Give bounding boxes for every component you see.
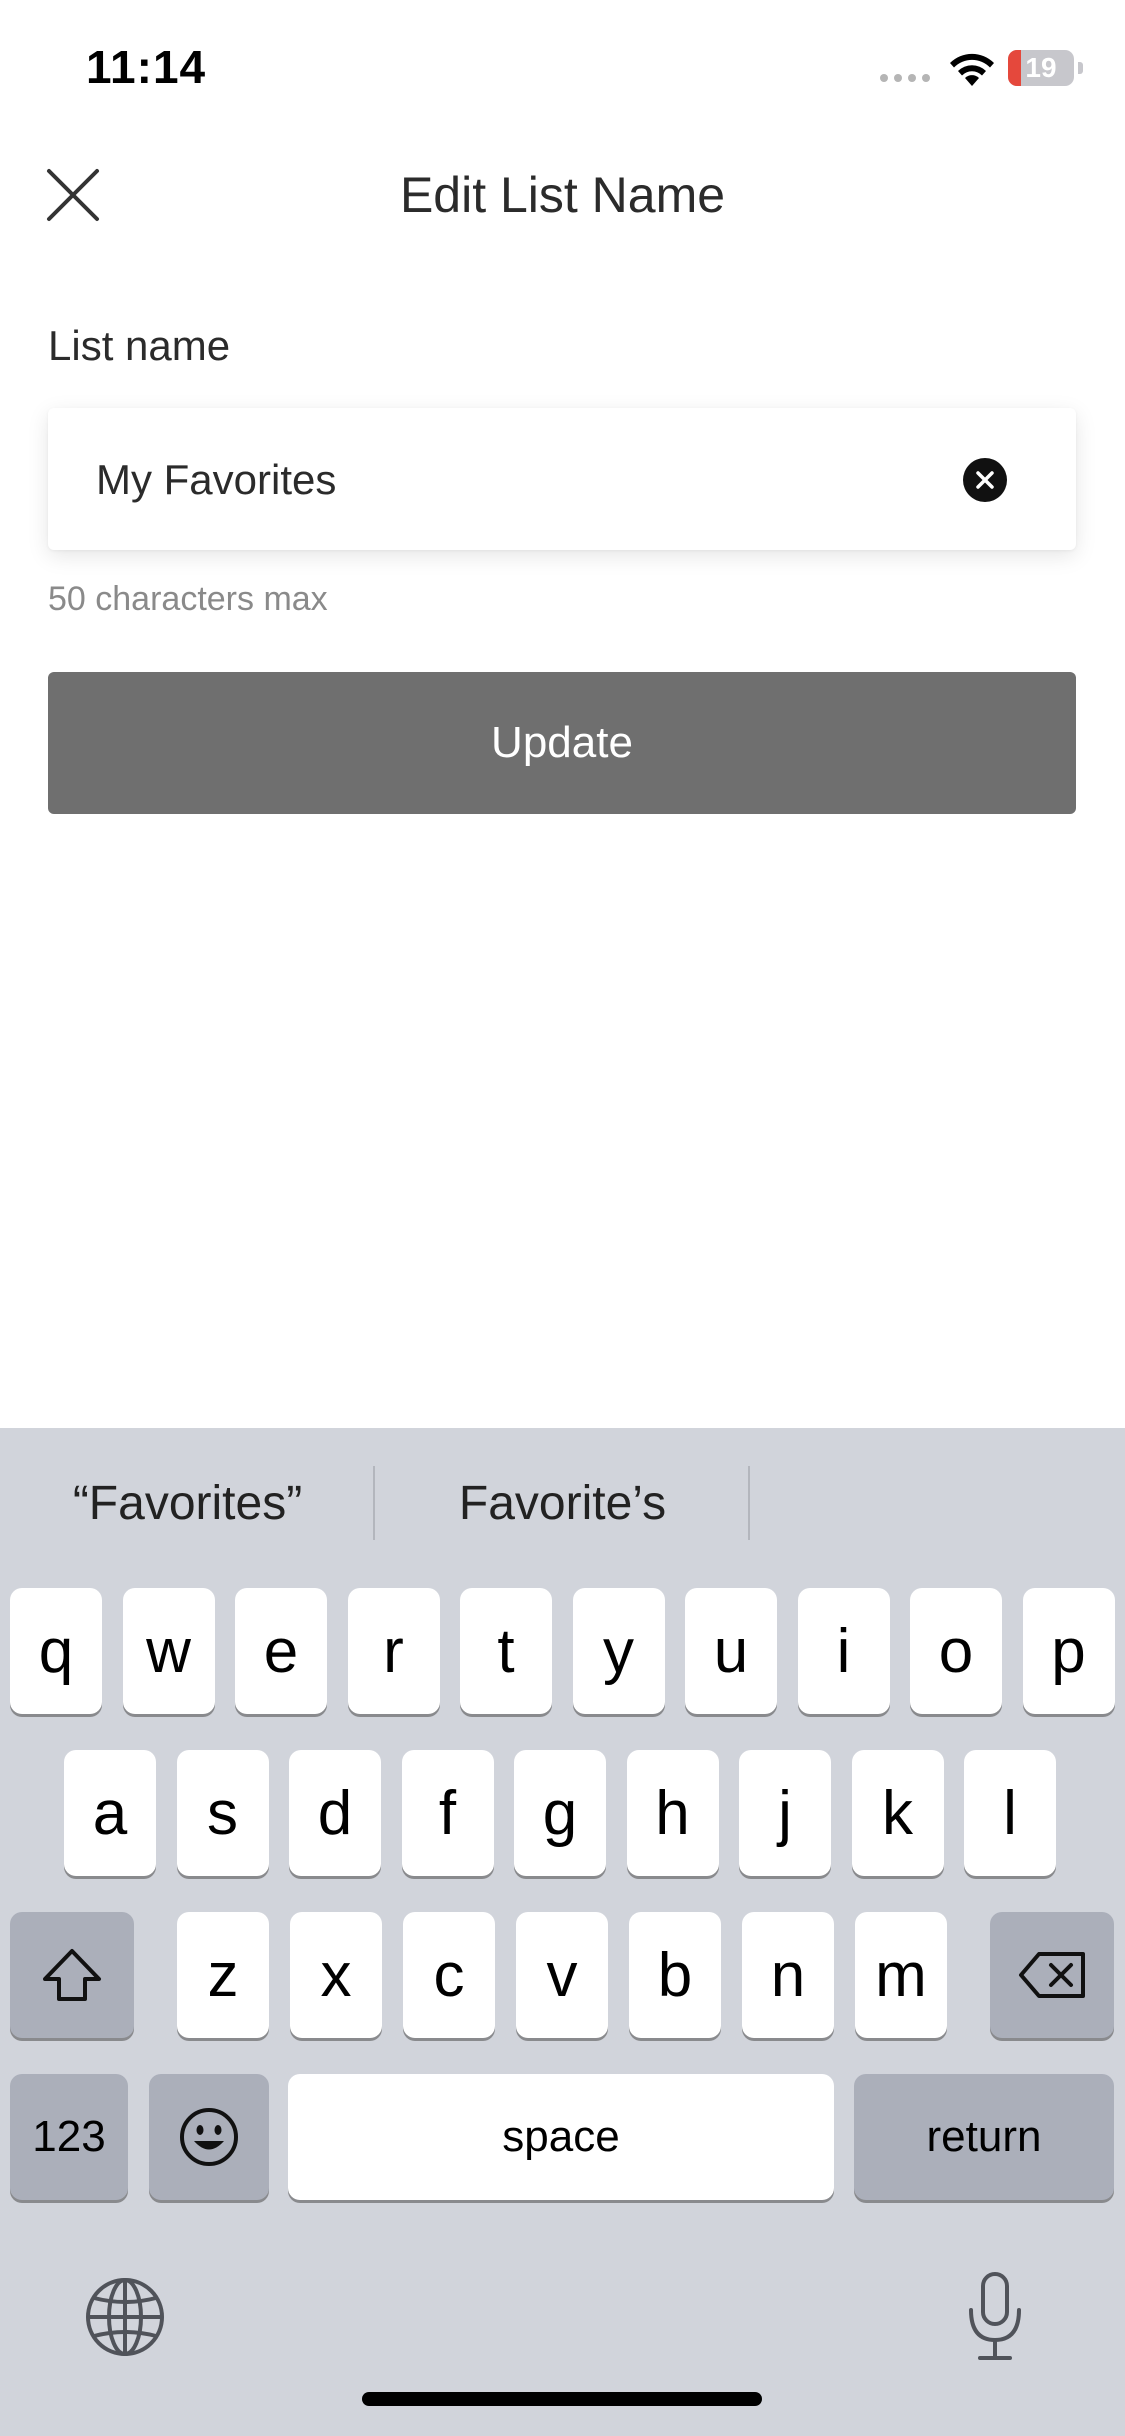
list-name-input[interactable]: My Favorites — [48, 408, 1076, 550]
wifi-icon — [950, 53, 994, 86]
update-button[interactable]: Update — [48, 672, 1076, 814]
key-s[interactable]: s — [176, 1750, 269, 1876]
return-key[interactable]: return — [854, 2074, 1114, 2200]
key-h[interactable]: h — [626, 1750, 719, 1876]
shift-icon — [43, 1949, 101, 2001]
key-n[interactable]: n — [742, 1912, 834, 2038]
key-f[interactable]: f — [401, 1750, 494, 1876]
key-o[interactable]: o — [910, 1588, 1002, 1714]
status-time: 11:14 — [86, 41, 207, 93]
key-c[interactable]: c — [403, 1912, 495, 2038]
cellular-signal-icon — [880, 74, 930, 82]
delete-key[interactable] — [990, 1912, 1114, 2038]
emoji-key[interactable] — [149, 2074, 269, 2200]
key-p[interactable]: p — [1022, 1588, 1115, 1714]
key-d[interactable]: d — [289, 1750, 381, 1876]
page-title: Edit List Name — [399, 167, 726, 223]
key-q[interactable]: q — [10, 1588, 102, 1714]
key-k[interactable]: k — [851, 1750, 944, 1876]
globe-icon[interactable] — [84, 2276, 166, 2358]
clear-text-button[interactable] — [963, 458, 1007, 502]
key-g[interactable]: g — [514, 1750, 606, 1876]
status-bar: 11:14 19 — [0, 0, 1125, 140]
delete-icon — [1019, 1952, 1085, 1998]
key-z[interactable]: z — [177, 1912, 269, 2038]
key-t[interactable]: t — [460, 1588, 552, 1714]
battery-percent: 19 — [1025, 52, 1057, 83]
suggestion-1[interactable]: “Favorites” — [30, 1476, 345, 1531]
suggestion-bar: “Favorites” Favorite’s — [0, 1428, 1125, 1578]
battery-icon: 19 — [1008, 50, 1074, 86]
suggestion-2[interactable]: Favorite’s — [400, 1476, 725, 1531]
battery-nub — [1078, 62, 1083, 74]
list-name-value[interactable]: My Favorites — [96, 456, 336, 504]
key-j[interactable]: j — [739, 1750, 831, 1876]
key-v[interactable]: v — [516, 1912, 608, 2038]
key-b[interactable]: b — [629, 1912, 721, 2038]
key-u[interactable]: u — [685, 1588, 777, 1714]
key-e[interactable]: e — [235, 1588, 327, 1714]
list-name-label: List name — [48, 322, 231, 369]
shift-key[interactable] — [10, 1912, 134, 2038]
suggestion-divider — [373, 1466, 375, 1540]
clear-circle-icon — [976, 471, 994, 489]
key-m[interactable]: m — [855, 1912, 947, 2038]
keyboard: “Favorites” Favorite’s 123 space return — [0, 1428, 1125, 2436]
home-indicator — [362, 2392, 762, 2406]
key-y[interactable]: y — [572, 1588, 665, 1714]
emoji-icon — [180, 2108, 238, 2166]
key-l[interactable]: l — [964, 1750, 1056, 1876]
key-i[interactable]: i — [797, 1588, 890, 1714]
suggestion-divider — [748, 1466, 750, 1540]
key-w[interactable]: w — [122, 1588, 215, 1714]
key-a[interactable]: a — [64, 1750, 156, 1876]
numbers-key[interactable]: 123 — [10, 2074, 128, 2200]
key-r[interactable]: r — [347, 1588, 440, 1714]
key-x[interactable]: x — [290, 1912, 382, 2038]
space-key[interactable]: space — [288, 2074, 834, 2200]
character-limit-hint: 50 characters max — [48, 580, 328, 618]
microphone-icon[interactable] — [964, 2270, 1026, 2364]
